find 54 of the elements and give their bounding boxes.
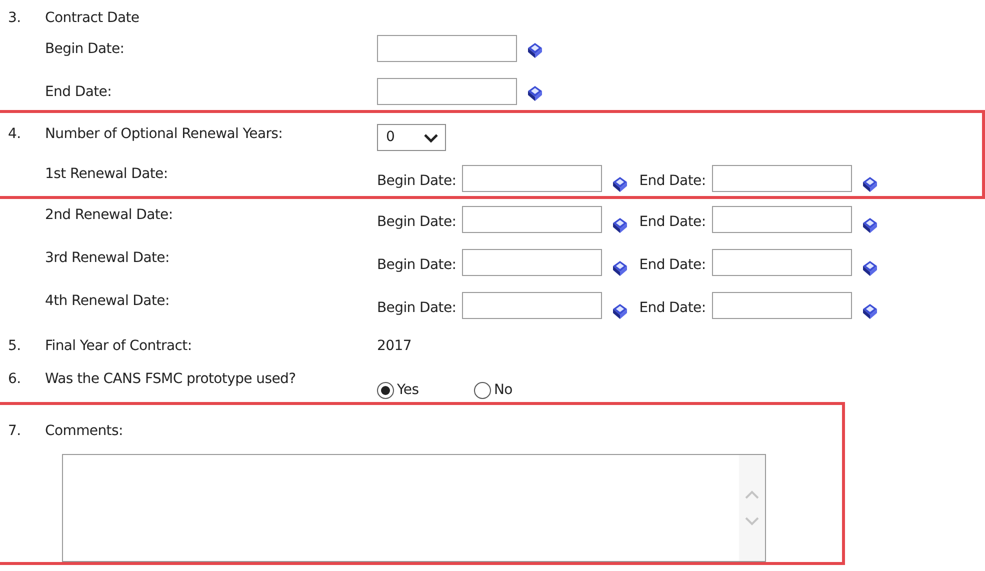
scroll-down-icon[interactable]	[745, 517, 759, 526]
calendar-icon[interactable]	[611, 260, 628, 278]
date-field[interactable]	[712, 164, 852, 192]
calendar-icon[interactable]	[611, 176, 628, 194]
item-number: 3.	[8, 10, 21, 26]
radio-button[interactable]	[377, 382, 394, 399]
field-label: 2nd Renewal Date:	[45, 207, 173, 223]
date-field[interactable]	[712, 206, 852, 232]
date-field[interactable]	[377, 78, 517, 105]
field-label: End Date:	[639, 256, 706, 274]
field-label: 3rd Renewal Date:	[45, 250, 170, 266]
field-label: Begin Date:	[377, 212, 456, 232]
field-label: End Date:	[639, 172, 706, 190]
date-field[interactable]	[462, 206, 602, 232]
field-value: 2017	[377, 337, 412, 356]
item-number: 6.	[8, 371, 21, 387]
field-label: Number of Optional Renewal Years:	[45, 126, 283, 142]
item-number: 4.	[8, 126, 21, 142]
radio-button[interactable]	[474, 382, 491, 399]
date-field[interactable]	[712, 248, 852, 276]
calendar-icon[interactable]	[611, 217, 628, 234]
option-label: Yes	[397, 381, 419, 400]
field-label: 4th Renewal Date:	[45, 293, 170, 309]
date-field[interactable]	[462, 164, 602, 192]
field-label: Contract Date	[45, 10, 140, 26]
field-label: Comments:	[45, 423, 123, 439]
date-field[interactable]	[462, 248, 602, 276]
calendar-icon[interactable]	[860, 176, 878, 194]
field-label: End Date:	[639, 212, 706, 232]
field-label: Begin Date:	[377, 298, 456, 318]
field-label: End Date:	[45, 84, 112, 100]
field-label: Final Year of Contract:	[45, 338, 192, 354]
field-label: End Date:	[639, 298, 706, 318]
number-select[interactable]: 0	[377, 124, 446, 151]
item-number: 5.	[8, 338, 21, 354]
field-label: Begin Date:	[377, 256, 456, 274]
item-number: 7.	[8, 423, 21, 439]
chevron-down-icon	[423, 132, 439, 142]
field-label: Begin Date:	[45, 41, 124, 57]
date-field[interactable]	[462, 292, 602, 318]
field-label: Was the CANS FSMC prototype used?	[45, 371, 296, 387]
field-label: Begin Date:	[377, 172, 456, 190]
option-label: No	[494, 381, 512, 400]
calendar-icon[interactable]	[526, 42, 543, 59]
field-label: 1st Renewal Date:	[45, 166, 168, 182]
date-field[interactable]	[712, 292, 852, 318]
calendar-icon[interactable]	[860, 303, 878, 320]
calendar-icon[interactable]	[526, 84, 543, 102]
comments-field[interactable]	[62, 454, 766, 562]
scroll-up-icon[interactable]	[745, 490, 759, 499]
calendar-icon[interactable]	[860, 260, 878, 278]
date-field[interactable]	[377, 35, 517, 62]
calendar-icon[interactable]	[860, 217, 878, 234]
calendar-icon[interactable]	[611, 303, 628, 320]
